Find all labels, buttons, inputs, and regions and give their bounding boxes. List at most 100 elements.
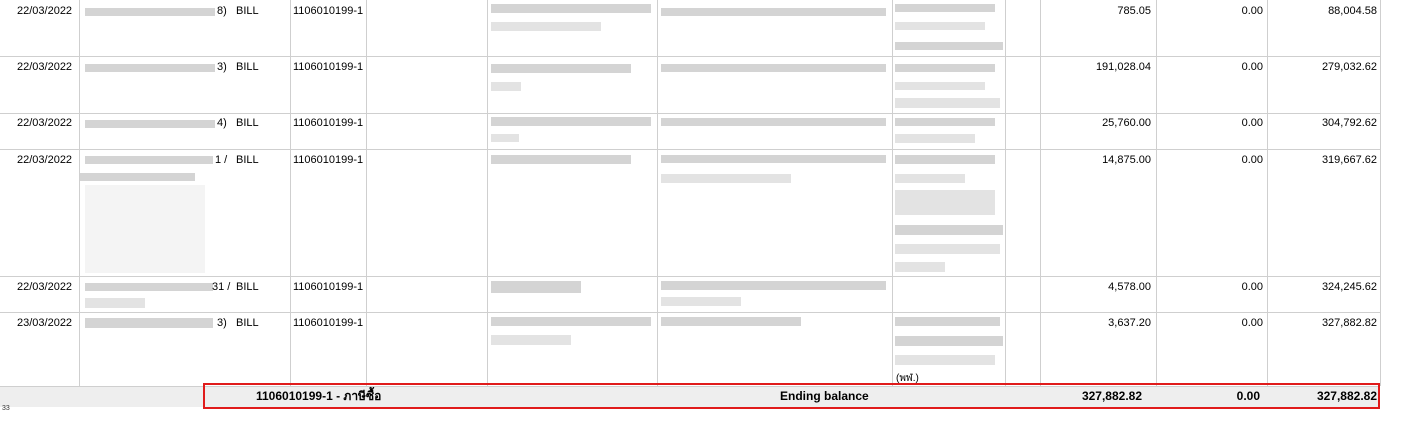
balance-cell: 279,032.62 <box>1321 61 1377 73</box>
debit-cell: 3,637.20 <box>1108 317 1151 329</box>
redacted-text <box>895 98 1000 108</box>
redacted-text <box>895 355 995 365</box>
date-cell: 22/03/2022 <box>17 5 73 17</box>
reference-cell: 1 / <box>215 154 228 166</box>
row-separator <box>0 276 1380 277</box>
grid-line <box>892 0 893 386</box>
redacted-text <box>491 335 571 345</box>
reference-cell: 3) <box>217 61 227 73</box>
grid-line <box>290 0 291 386</box>
reference-cell: 8) <box>217 5 227 17</box>
redacted-text <box>895 317 1000 326</box>
redacted-text <box>895 244 1000 254</box>
account-cell: 1106010199-1 <box>293 281 364 293</box>
credit-cell: 0.00 <box>1241 117 1263 129</box>
redacted-text <box>661 64 886 72</box>
grid-line <box>487 0 488 386</box>
redacted-text <box>895 22 985 30</box>
row-separator <box>0 149 1380 150</box>
date-cell: 22/03/2022 <box>17 154 73 166</box>
reference-cell: 31 / <box>212 281 231 293</box>
redacted-text <box>80 173 195 181</box>
credit-cell: 0.00 <box>1241 154 1263 166</box>
redacted-text <box>895 155 995 164</box>
redacted-text <box>895 174 965 183</box>
debit-cell: 191,028.04 <box>1095 61 1151 73</box>
credit-cell: 0.00 <box>1241 281 1263 293</box>
redacted-text <box>895 336 1003 346</box>
redacted-text <box>895 4 995 12</box>
highlight-box <box>203 383 1380 409</box>
balance-cell: 88,004.58 <box>1328 5 1377 17</box>
redacted-text <box>85 8 215 16</box>
type-cell: BILL <box>236 154 259 166</box>
redacted-text <box>85 298 145 308</box>
grid-line <box>366 0 367 386</box>
redacted-text <box>85 283 213 291</box>
type-cell: BILL <box>236 61 259 73</box>
redacted-text <box>661 8 886 16</box>
redacted-text <box>661 317 801 326</box>
redacted-text <box>85 64 215 72</box>
credit-cell: 0.00 <box>1241 5 1263 17</box>
redacted-text <box>661 118 886 126</box>
ledger-report: 22/03/2022 8) BILL 1106010199-1 785.05 0… <box>0 0 1411 421</box>
account-cell: 1106010199-1 <box>293 5 364 17</box>
redacted-text <box>85 185 205 273</box>
row-separator <box>0 56 1380 57</box>
redacted-text <box>661 155 886 163</box>
account-cell: 1106010199-1 <box>293 317 364 329</box>
balance-cell: 319,667.62 <box>1321 154 1377 166</box>
redacted-text <box>491 82 521 91</box>
redacted-text <box>661 297 741 306</box>
type-cell: BILL <box>236 117 259 129</box>
redacted-text <box>85 156 213 164</box>
redacted-text <box>895 82 985 90</box>
reference-cell: 3) <box>217 317 227 329</box>
redacted-text <box>661 281 886 290</box>
date-cell: 22/03/2022 <box>17 61 73 73</box>
credit-cell: 0.00 <box>1241 61 1263 73</box>
date-cell: 22/03/2022 <box>17 117 73 129</box>
reference-cell: 4) <box>217 117 227 129</box>
redacted-text <box>491 281 581 293</box>
grid-line <box>657 0 658 386</box>
row-separator <box>0 113 1380 114</box>
redacted-text <box>85 318 213 328</box>
date-cell: 22/03/2022 <box>17 281 73 293</box>
debit-cell: 4,578.00 <box>1108 281 1151 293</box>
grid-line <box>1040 0 1041 386</box>
credit-cell: 0.00 <box>1241 317 1263 329</box>
redacted-text <box>491 64 631 73</box>
redacted-text <box>491 134 519 142</box>
redacted-text <box>895 64 995 72</box>
account-cell: 1106010199-1 <box>293 117 364 129</box>
row-separator <box>0 312 1380 313</box>
debit-cell: 25,760.00 <box>1102 117 1151 129</box>
balance-cell: 324,245.62 <box>1321 281 1377 293</box>
redacted-text <box>895 190 995 215</box>
redacted-text <box>491 22 601 31</box>
redacted-text <box>895 262 945 272</box>
balance-cell: 327,882.82 <box>1321 317 1377 329</box>
redacted-text <box>491 155 631 164</box>
grid-line <box>1267 0 1268 386</box>
debit-cell: 14,875.00 <box>1102 154 1151 166</box>
balance-cell: 304,792.62 <box>1321 117 1377 129</box>
redacted-text <box>895 42 1003 50</box>
grid-line <box>1156 0 1157 386</box>
grid-line <box>79 0 80 386</box>
redacted-text <box>491 4 651 13</box>
grid-line <box>1380 0 1381 386</box>
redacted-text <box>895 134 975 143</box>
type-cell: BILL <box>236 317 259 329</box>
redacted-text <box>85 120 215 128</box>
type-cell: BILL <box>236 5 259 17</box>
account-cell: 1106010199-1 <box>293 154 364 166</box>
page-number: 33 <box>2 405 10 412</box>
debit-cell: 785.05 <box>1117 5 1151 17</box>
date-cell: 23/03/2022 <box>17 317 73 329</box>
redacted-text <box>491 117 651 126</box>
account-cell: 1106010199-1 <box>293 61 364 73</box>
redacted-text <box>661 174 791 183</box>
